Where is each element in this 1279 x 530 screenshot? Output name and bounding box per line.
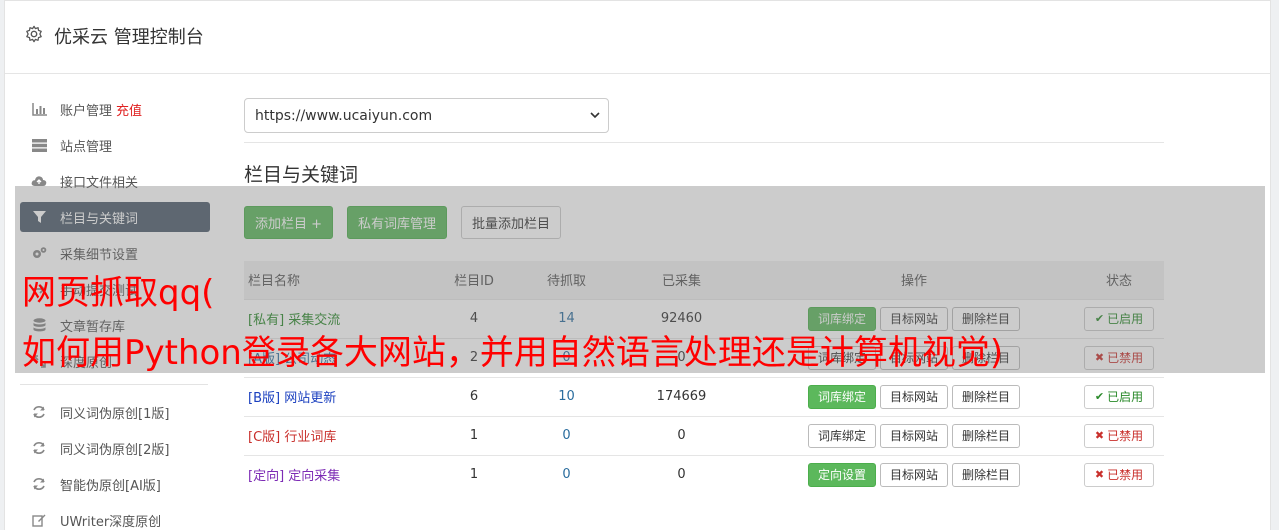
sidebar-item-label: 同义词伪原创[2版]	[60, 442, 170, 458]
column-tag: [定向]	[248, 469, 285, 485]
target-site-button[interactable]: 目标网站	[879, 423, 948, 448]
status-label: 已禁用	[1107, 429, 1144, 443]
bind-library-button[interactable]: 词库绑定	[807, 384, 876, 409]
actions-cell: 词库绑定 目标网站 删除栏目	[754, 415, 1074, 455]
status-cell: ✖ 已禁用	[1074, 454, 1164, 494]
section-title: 栏目与关键词	[244, 164, 359, 186]
sidebar-item-synonym-v2[interactable]: 同义词伪原创[2版]	[20, 433, 210, 463]
delete-column-button[interactable]: 删除栏目	[952, 423, 1021, 448]
chevron-down-icon	[590, 112, 600, 119]
column-name-cell: [C版] 行业词库	[244, 415, 424, 455]
recharge-link[interactable]: 充值	[116, 100, 142, 119]
target-site-button[interactable]: 目标网站	[879, 384, 948, 409]
pending-count[interactable]: 0	[524, 415, 609, 455]
page-title: 优采云 管理控制台	[54, 27, 204, 48]
collected-count: 0	[609, 454, 754, 494]
sidebar-item-label: 账户管理	[60, 103, 113, 119]
delete-column-button[interactable]: 删除栏目	[952, 462, 1021, 487]
column-name-link[interactable]: 行业词库	[284, 430, 336, 445]
divider	[244, 142, 1164, 143]
column-tag: [C版]	[248, 430, 281, 445]
sidebar-item-label: 智能伪原创[AI版]	[60, 478, 161, 494]
status-toggle[interactable]: ✖ 已禁用	[1083, 423, 1155, 448]
column-name-cell: [B版] 网站更新	[244, 376, 424, 416]
site-select-value: https://www.ucaiyun.com	[255, 107, 433, 124]
collected-count: 0	[609, 415, 754, 455]
sidebar-divider	[20, 384, 208, 385]
sidebar-item-uwriter[interactable]: UWriter深度原创	[20, 505, 210, 530]
status-label: 已禁用	[1107, 468, 1144, 483]
column-id: 1	[424, 415, 524, 455]
sidebar-item-account[interactable]: 账户管理 充值	[20, 94, 210, 124]
column-name-cell: [定向] 定向采集	[244, 454, 424, 494]
table-row: [定向] 定向采集 1 0 0 定向设置 目标网站 删除栏目 ✖ 已禁用	[244, 454, 1164, 494]
site-select[interactable]: https://www.ucaiyun.com	[244, 98, 609, 133]
column-name-link[interactable]: 网站更新	[284, 391, 336, 406]
gear-icon	[26, 25, 42, 43]
check-icon: ✔	[1094, 390, 1105, 403]
sidebar-item-label: UWriter深度原创	[60, 514, 162, 530]
status-cell: ✔ 已启用	[1074, 376, 1164, 416]
close-icon: ✖	[1094, 468, 1105, 482]
status-label: 已启用	[1107, 390, 1144, 404]
status-toggle[interactable]: ✔ 已启用	[1083, 384, 1155, 409]
sidebar-item-label: 站点管理	[60, 139, 113, 155]
column-id: 1	[424, 454, 524, 494]
bind-library-button[interactable]: 定向设置	[807, 462, 876, 487]
page-header: 优采云 管理控制台	[5, 1, 1270, 74]
table-row: [C版] 行业词库 1 0 0 词库绑定 目标网站 删除栏目 ✖ 已禁用	[244, 415, 1164, 455]
sidebar-item-sites[interactable]: 站点管理	[20, 130, 210, 160]
sidebar-item-ai-rewrite[interactable]: 智能伪原创[AI版]	[20, 469, 210, 499]
collected-count: 174669	[609, 376, 754, 416]
status-toggle[interactable]: ✖ 已禁用	[1083, 462, 1155, 487]
pending-count[interactable]: 0	[524, 454, 609, 494]
pending-count[interactable]: 10	[524, 376, 609, 416]
column-name-link[interactable]: 定向采集	[288, 469, 340, 484]
column-tag: [B版]	[248, 391, 281, 406]
watermark-line-2: 如何用Python登录各大网站，并用自然语言处理还是计算机视觉)	[22, 333, 1004, 373]
column-id: 6	[424, 376, 524, 416]
refresh-icon	[31, 477, 47, 491]
actions-cell: 定向设置 目标网站 删除栏目	[754, 454, 1074, 494]
bind-library-button[interactable]: 词库绑定	[807, 423, 876, 448]
close-icon: ✖	[1094, 429, 1105, 442]
status-cell: ✖ 已禁用	[1074, 415, 1164, 455]
watermark-line-1: 网页抓取qq(	[22, 273, 215, 313]
server-icon	[31, 138, 47, 152]
sidebar-item-synonym-v1[interactable]: 同义词伪原创[1版]	[20, 397, 210, 427]
refresh-icon	[31, 441, 47, 455]
edit-icon	[31, 513, 47, 527]
actions-cell: 词库绑定 目标网站 删除栏目	[754, 376, 1074, 416]
table-row: [B版] 网站更新 6 10 174669 词库绑定 目标网站 删除栏目 ✔ 已启用	[244, 376, 1164, 416]
refresh-icon	[31, 405, 47, 419]
delete-column-button[interactable]: 删除栏目	[952, 384, 1021, 409]
target-site-button[interactable]: 目标网站	[879, 462, 948, 487]
sidebar-item-label: 同义词伪原创[1版]	[60, 406, 170, 422]
bar-chart-icon	[31, 102, 47, 116]
